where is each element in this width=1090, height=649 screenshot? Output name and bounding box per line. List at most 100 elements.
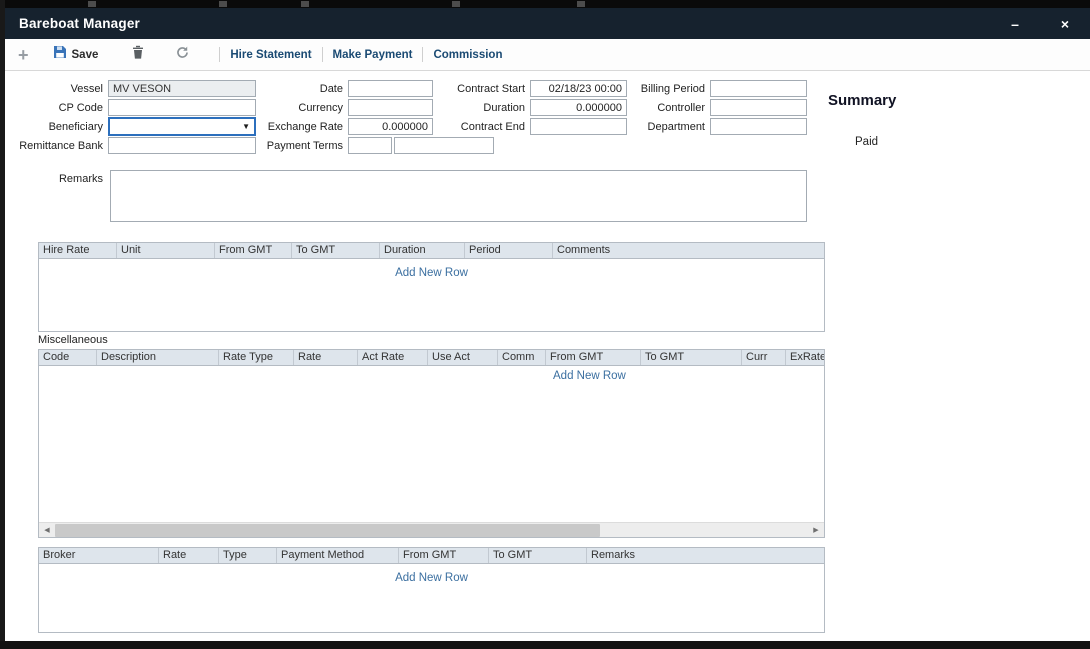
hire-table-header: Hire Rate Unit From GMT To GMT Duration … — [39, 243, 824, 259]
toolbar-separator — [322, 47, 323, 62]
add-icon[interactable]: + — [18, 48, 29, 62]
background-bottom-strip — [0, 641, 1090, 649]
billing-period-label: Billing Period — [630, 83, 710, 95]
duration-field[interactable] — [530, 99, 627, 116]
broker-table-header: Broker Rate Type Payment Method From GMT… — [39, 548, 824, 564]
broker-col-payment-method: Payment Method — [277, 548, 399, 563]
make-payment-button[interactable]: Make Payment — [333, 49, 413, 61]
vessel-label: Vessel — [8, 83, 108, 95]
background-strip-gap — [577, 1, 585, 7]
misc-col-rate: Rate — [294, 350, 358, 365]
scrollbar-thumb[interactable] — [55, 524, 600, 537]
close-button[interactable]: × — [1054, 16, 1076, 32]
toolbar-separator — [219, 47, 220, 62]
contract-start-label: Contract Start — [450, 83, 530, 95]
vessel-field[interactable] — [108, 80, 256, 97]
delete-icon[interactable] — [132, 45, 144, 64]
broker-col-to-gmt: To GMT — [489, 548, 587, 563]
exchange-rate-label: Exchange Rate — [266, 121, 348, 133]
hire-col-period: Period — [465, 243, 553, 258]
form-group-contract: Contract Start Duration Contract End — [450, 79, 627, 136]
payment-terms-desc-field[interactable] — [394, 137, 494, 154]
hire-col-unit: Unit — [117, 243, 215, 258]
controller-label: Controller — [630, 102, 710, 114]
duration-label: Duration — [450, 102, 530, 114]
hire-col-comments: Comments — [553, 243, 824, 258]
scroll-left-icon[interactable]: ◀ — [39, 523, 55, 538]
save-button[interactable]: Save — [53, 45, 99, 64]
payment-terms-label: Payment Terms — [266, 140, 348, 152]
minimize-button[interactable]: – — [1004, 16, 1026, 32]
form-group-vessel: Vessel CP Code Beneficiary ▼ Remittance … — [8, 79, 256, 155]
broker-col-from-gmt: From GMT — [399, 548, 489, 563]
exchange-rate-field[interactable] — [348, 118, 433, 135]
paid-label: Paid — [855, 136, 878, 148]
toolbar: + Save Hire Statement Make Payment Commi… — [5, 39, 1090, 71]
scroll-right-icon[interactable]: ▶ — [808, 523, 824, 538]
billing-period-field[interactable] — [710, 80, 807, 97]
broker-col-type: Type — [219, 548, 277, 563]
misc-col-comm: Comm — [498, 350, 546, 365]
hire-add-new-row-link[interactable]: Add New Row — [395, 267, 468, 279]
cp-code-label: CP Code — [8, 102, 108, 114]
misc-col-code: Code — [39, 350, 97, 365]
hire-col-duration: Duration — [380, 243, 465, 258]
miscellaneous-table-header: Code Description Rate Type Rate Act Rate… — [39, 350, 824, 366]
window-title: Bareboat Manager — [19, 16, 140, 31]
toolbar-separator — [422, 47, 423, 62]
misc-col-act-rate: Act Rate — [358, 350, 428, 365]
refresh-icon[interactable] — [176, 46, 189, 64]
payment-terms-field[interactable] — [348, 137, 392, 154]
commission-button[interactable]: Commission — [433, 49, 502, 61]
summary-heading: Summary — [828, 92, 896, 109]
date-label: Date — [266, 83, 348, 95]
miscellaneous-table: Code Description Rate Type Rate Act Rate… — [38, 349, 825, 538]
background-strip-gap — [88, 1, 96, 7]
broker-add-new-row-link[interactable]: Add New Row — [395, 572, 468, 584]
misc-col-rate-type: Rate Type — [219, 350, 294, 365]
misc-col-description: Description — [97, 350, 219, 365]
cp-code-field[interactable] — [108, 99, 256, 116]
miscellaneous-table-body: Add New Row ◀ ▶ — [39, 366, 824, 537]
misc-col-curr: Curr — [742, 350, 786, 365]
contract-end-field[interactable] — [530, 118, 627, 135]
background-strip-gap — [301, 1, 309, 7]
department-field[interactable] — [710, 118, 807, 135]
controller-field[interactable] — [710, 99, 807, 116]
currency-label: Currency — [266, 102, 348, 114]
date-field[interactable] — [348, 80, 433, 97]
broker-table: Broker Rate Type Payment Method From GMT… — [38, 547, 825, 633]
hire-table-body: Add New Row — [39, 259, 824, 331]
misc-col-from-gmt: From GMT — [546, 350, 641, 365]
hire-col-hire-rate: Hire Rate — [39, 243, 117, 258]
background-strip-gap — [219, 1, 227, 7]
broker-col-broker: Broker — [39, 548, 159, 563]
horizontal-scrollbar: ◀ ▶ — [39, 522, 824, 537]
save-icon — [53, 45, 67, 64]
broker-col-remarks: Remarks — [587, 548, 824, 563]
hire-col-from-gmt: From GMT — [215, 243, 292, 258]
titlebar: Bareboat Manager – × — [5, 8, 1090, 39]
remittance-bank-label: Remittance Bank — [8, 140, 108, 152]
hire-col-to-gmt: To GMT — [292, 243, 380, 258]
hire-statement-button[interactable]: Hire Statement — [230, 49, 311, 61]
currency-field[interactable] — [348, 99, 433, 116]
remarks-field[interactable] — [110, 170, 807, 222]
beneficiary-dropdown[interactable]: ▼ — [108, 117, 256, 136]
background-top-strip — [0, 0, 1090, 8]
remittance-bank-field[interactable] — [108, 137, 256, 154]
remarks-label: Remarks — [8, 173, 108, 185]
misc-col-exrate: ExRate — [786, 350, 824, 365]
chevron-down-icon: ▼ — [242, 122, 254, 131]
misc-col-to-gmt: To GMT — [641, 350, 742, 365]
broker-table-body: Add New Row — [39, 564, 824, 632]
beneficiary-label: Beneficiary — [8, 121, 108, 133]
hire-table: Hire Rate Unit From GMT To GMT Duration … — [38, 242, 825, 332]
contract-end-label: Contract End — [450, 121, 530, 133]
save-label: Save — [72, 49, 99, 61]
misc-add-new-row-link[interactable]: Add New Row — [553, 370, 626, 382]
contract-start-field[interactable] — [530, 80, 627, 97]
broker-col-rate: Rate — [159, 548, 219, 563]
miscellaneous-label: Miscellaneous — [38, 334, 108, 346]
bareboat-manager-window: Bareboat Manager – × + Save Hire Stateme… — [5, 8, 1090, 641]
